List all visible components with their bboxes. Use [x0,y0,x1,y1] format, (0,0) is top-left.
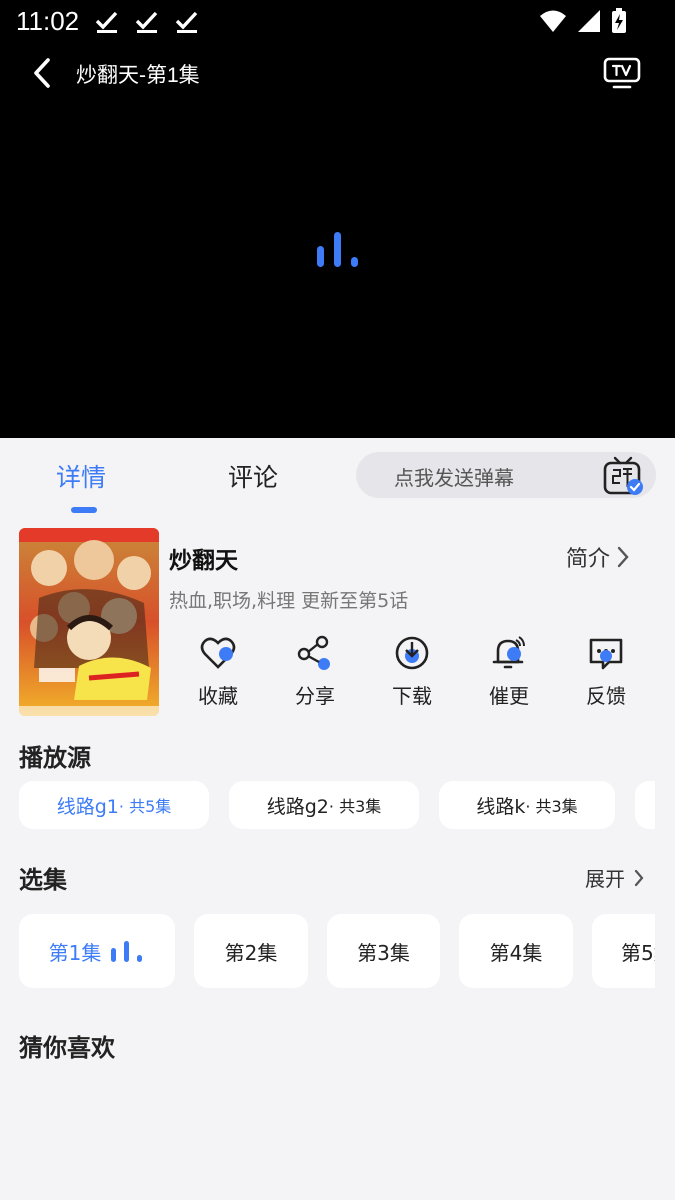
source-count: · 共3集 [525,797,578,816]
feedback-button[interactable]: 反馈 [566,634,646,709]
episode-label: 第1集 [48,940,102,965]
download-done-icon [135,11,158,33]
urge-update-label: 催更 [489,684,529,708]
download-label: 下载 [392,684,432,708]
tab-detail[interactable]: 详情 [56,458,106,494]
source-section-title: 播放源 [19,744,91,772]
battery-icon [612,8,626,33]
episode-label: 第2集 [224,940,278,965]
expand-label: 展开 [585,867,625,891]
favorite-button[interactable]: 收藏 [178,634,258,709]
source-pill-g2[interactable]: 线路g2 · 共3集 [229,781,419,829]
danmu-input[interactable]: 点我发送弹幕 [356,452,656,498]
bell-icon [492,636,525,669]
source-count: · 共5集 [118,797,172,816]
episode-item-5[interactable]: 第5集 [592,914,655,988]
show-poster[interactable] [19,528,159,716]
source-pill-g1[interactable]: 线路g1 · 共5集 [19,781,209,829]
episode-item-4[interactable]: 第4集 [459,914,573,988]
heart-icon [200,637,236,669]
feedback-label: 反馈 [586,684,626,708]
download-done-icon [175,11,198,33]
back-icon[interactable] [28,56,58,90]
show-tags: 热血,职场,料理 更新至第5话 [169,590,409,612]
share-icon [297,635,330,670]
download-done-icon [95,11,118,33]
notification-icons [94,10,200,34]
signal-icon [578,10,600,32]
player-top-bar: 炒翻天-第1集 [0,50,675,96]
episode-item-2[interactable]: 第2集 [194,914,308,988]
urge-update-button[interactable]: 催更 [469,634,549,709]
source-count: · 共3集 [328,797,382,816]
source-pill-more[interactable] [635,781,655,829]
action-bar: 收藏 分享 下载 催更 反馈 [178,634,658,724]
source-name: 线路g2 [266,795,329,818]
share-label: 分享 [295,684,335,708]
episode-label: 第5集 [621,940,655,965]
show-title: 炒翻天 [169,548,238,574]
download-icon [395,636,429,670]
loading-indicator-icon [317,232,358,267]
source-name: 线路k [476,795,526,818]
video-title: 炒翻天-第1集 [76,64,200,87]
playing-indicator-icon [111,941,143,962]
episode-item-3[interactable]: 第3集 [327,914,440,988]
status-bar: 11:02 [0,0,675,44]
intro-button[interactable]: 简介 [566,541,630,573]
video-player[interactable]: 11:02 炒翻天-第1集 [0,0,675,438]
feedback-icon [589,638,623,670]
chevron-right-icon [617,546,629,568]
share-button[interactable]: 分享 [275,634,355,709]
favorite-label: 收藏 [198,684,238,708]
detail-panel: 详情 评论 点我发送弹幕 炒翻天 简介 热血,职场,料理 更新至第5话 收藏 分… [0,438,675,1200]
episodes-section-title: 选集 [19,866,67,894]
wifi-icon [540,10,566,32]
episode-item-1[interactable]: 第1集 [19,914,175,988]
poster-image [19,528,159,716]
chevron-right-icon [634,869,644,886]
source-name: 线路g1 [56,795,119,818]
episode-label: 第3集 [357,940,410,965]
episode-label: 第4集 [489,940,543,965]
danmu-toggle-icon[interactable] [602,456,644,496]
status-time: 11:02 [16,6,80,36]
download-button[interactable]: 下载 [372,634,452,709]
tab-comment[interactable]: 评论 [228,458,278,494]
source-pill-k[interactable]: 线路k · 共3集 [439,781,615,829]
expand-episodes-button[interactable]: 展开 [585,863,645,892]
recommend-section-title: 猜你喜欢 [19,1034,115,1062]
intro-label: 简介 [566,547,611,572]
system-icons [539,8,627,34]
tv-cast-icon[interactable] [603,56,641,90]
danmu-placeholder: 点我发送弹幕 [394,466,514,490]
active-tab-indicator [71,507,97,513]
